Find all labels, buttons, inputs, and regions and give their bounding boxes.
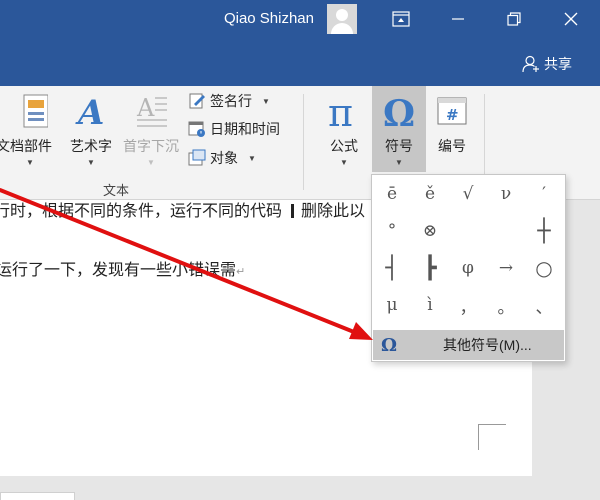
share-person-icon (522, 55, 539, 73)
equation-label: 公式 (330, 138, 358, 154)
quick-parts-button[interactable]: 文档部件 ▼ (0, 88, 62, 170)
symbol-cell[interactable]: ě (412, 179, 448, 209)
symbol-cell[interactable]: ′ (526, 179, 562, 209)
symbol-cell[interactable]: ┼ (526, 216, 562, 246)
symbol-cell[interactable] (450, 216, 486, 246)
status-strip (0, 476, 600, 500)
dropcap-button[interactable]: A 首字下沉 ▼ (120, 88, 182, 170)
signature-line-label: 签名行 (210, 93, 252, 109)
numbering-icon: # (434, 88, 470, 130)
date-time-label: 日期和时间 (210, 121, 280, 137)
wordart-button[interactable]: A 艺术字 ▼ (66, 88, 116, 170)
quick-parts-icon (12, 88, 48, 130)
calendar-clock-icon (188, 121, 205, 137)
date-time-button[interactable]: 日期和时间 (188, 118, 280, 140)
omega-icon: Ω (380, 334, 398, 356)
signature-line-button[interactable]: 签名行 ▼ (188, 90, 270, 112)
symbol-cell[interactable]: ┣ (412, 253, 448, 283)
object-label: 对象 (210, 150, 238, 166)
user-name[interactable]: Qiao Shizhan (224, 10, 314, 28)
more-symbols-menu-item[interactable]: Ω 其他符号(M)... (373, 330, 564, 360)
document-line-1-tail: 删除此以 (291, 197, 365, 221)
symbol-cell[interactable]: → (488, 253, 524, 283)
symbol-cell[interactable]: ì (412, 290, 448, 320)
status-tab (0, 492, 75, 500)
paragraph-mark: ↵ (236, 266, 246, 278)
ribbon-display-options-icon[interactable] (374, 0, 428, 38)
svg-text:π: π (328, 92, 353, 130)
close-icon[interactable] (544, 0, 598, 38)
signature-line-icon (189, 93, 205, 109)
document-line-2-text: 运行了一下，发现有一些小错误需 (0, 262, 237, 279)
symbol-cell[interactable]: ⊗ (412, 216, 448, 246)
title-bar: Qiao Shizhan (0, 0, 600, 42)
numbering-label: 编号 (438, 138, 466, 154)
symbol-label: 符号 (385, 138, 413, 154)
symbol-cell[interactable]: 、 (526, 290, 562, 320)
numbering-button[interactable]: # 编号 (430, 88, 474, 170)
pi-icon: π (326, 88, 362, 130)
dropcap-label: 首字下沉 (123, 138, 179, 154)
dropcap-icon: A (133, 88, 169, 130)
svg-text:Ω: Ω (383, 93, 415, 130)
wordart-icon: A (74, 88, 108, 130)
document-line-1: 行时，根据不同的条件，运行不同的代码 (0, 203, 283, 220)
restore-icon[interactable] (487, 0, 541, 38)
svg-text:A: A (75, 93, 104, 130)
document-line-1-tail-text: 删除此以 (301, 203, 366, 220)
share-bar: 共享 (0, 42, 600, 86)
symbol-cell[interactable]: ν (488, 179, 524, 209)
symbol-cell[interactable] (488, 216, 524, 246)
symbol-cell[interactable]: ē (374, 179, 410, 209)
page-corner-mark (478, 424, 506, 450)
share-label: 共享 (544, 56, 572, 72)
numbering-glyph: # (446, 106, 459, 124)
symbol-button[interactable]: Ω 符号 ▼ (372, 88, 426, 170)
omega-icon: Ω (380, 88, 418, 130)
symbol-cell[interactable]: μ (374, 290, 410, 320)
object-icon (188, 149, 206, 166)
quick-parts-label: 文档部件 (0, 138, 52, 154)
minimize-icon[interactable] (431, 0, 485, 38)
symbol-cell[interactable]: ┤ (374, 253, 410, 283)
symbol-dropdown: ē ě √ ν ′ ° ⊗ ┼ ┤ ┣ φ → ○ μ ì ， 。 、 Ω 其他… (371, 174, 566, 362)
symbol-cell[interactable]: ， (450, 290, 486, 320)
symbol-cell[interactable]: ○ (526, 253, 562, 283)
document-line-2: 运行了一下，发现有一些小错误需↵ (0, 256, 245, 280)
symbol-cell[interactable]: 。 (488, 290, 524, 320)
wordart-label: 艺术字 (70, 138, 112, 154)
share-button[interactable]: 共享 (522, 53, 572, 75)
user-avatar-icon[interactable] (327, 4, 357, 34)
symbol-cell[interactable]: ° (374, 216, 410, 246)
symbol-cell[interactable]: φ (450, 253, 486, 283)
group-separator (303, 94, 304, 190)
svg-text:A: A (136, 94, 155, 122)
more-symbols-label: 其他符号(M)... (443, 337, 532, 353)
object-button[interactable]: 对象 ▼ (188, 147, 256, 169)
equation-button[interactable]: π 公式 ▼ (322, 88, 366, 170)
symbol-cell[interactable]: √ (450, 179, 486, 209)
